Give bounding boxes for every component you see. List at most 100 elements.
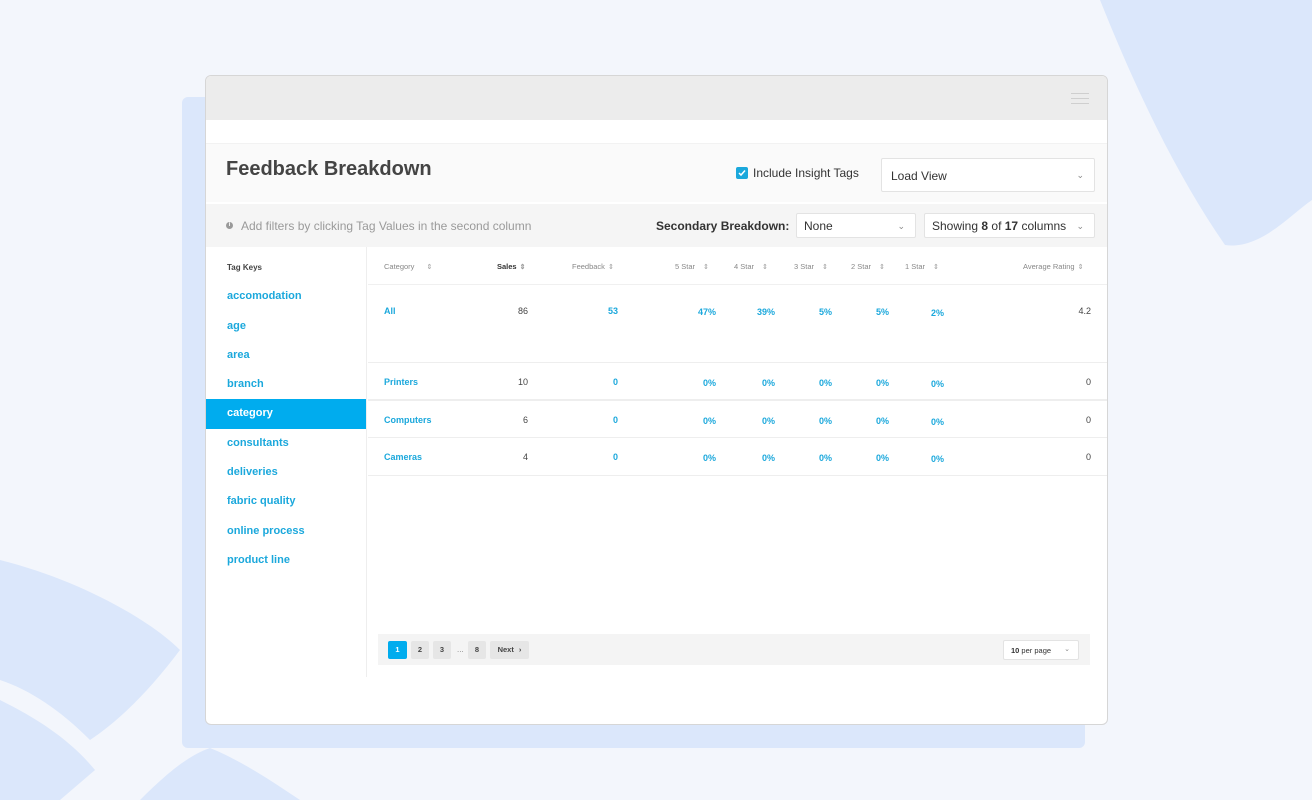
sales-value: 10 bbox=[517, 377, 528, 387]
include-insight-tags-toggle[interactable]: Include Insight Tags bbox=[736, 166, 859, 180]
category-link[interactable]: Cameras bbox=[384, 452, 422, 462]
column-header-average-rating[interactable]: Average Rating ⇕ bbox=[1023, 262, 1083, 271]
3-star-value[interactable]: 0% bbox=[819, 378, 832, 388]
sidebar-item-category[interactable]: category bbox=[206, 399, 366, 429]
sort-icon: ⇕ bbox=[879, 264, 885, 271]
sort-icon: ⇕ bbox=[822, 264, 828, 271]
include-insight-label: Include Insight Tags bbox=[753, 166, 859, 180]
2-star-value[interactable]: 0% bbox=[876, 378, 889, 388]
tag-keys-title: Tag Keys bbox=[227, 263, 262, 272]
4-star-value[interactable]: 0% bbox=[762, 416, 775, 426]
sidebar-item-deliveries[interactable]: deliveries bbox=[206, 458, 366, 488]
sort-icon: ⇕ bbox=[519, 264, 526, 271]
3-star-value[interactable]: 5% bbox=[819, 307, 832, 317]
category-link[interactable]: Computers bbox=[384, 415, 432, 425]
1-star-value[interactable]: 0% bbox=[931, 417, 944, 427]
chevron-right-icon: › bbox=[518, 645, 522, 654]
page-button-8[interactable]: 8 bbox=[468, 641, 486, 659]
5-star-value[interactable]: 0% bbox=[703, 416, 716, 426]
page-button-1[interactable]: 1 bbox=[388, 641, 407, 659]
feedback-value[interactable]: 53 bbox=[608, 306, 618, 316]
sidebar-item-age[interactable]: age bbox=[206, 312, 366, 342]
sort-icon: ⇕ bbox=[762, 264, 768, 271]
info-icon: i bbox=[226, 222, 233, 229]
secondary-breakdown-label: Secondary Breakdown: bbox=[656, 219, 790, 233]
sort-icon: ⇕ bbox=[426, 264, 433, 271]
secondary-breakdown-select[interactable]: None ⌄ bbox=[796, 213, 916, 238]
sales-value: 4 bbox=[522, 452, 528, 462]
chevron-down-icon: ⌄ bbox=[1076, 170, 1084, 180]
page-button-2[interactable]: 2 bbox=[411, 641, 429, 659]
column-header-4-star[interactable]: 4 Star ⇕ bbox=[734, 262, 768, 271]
filter-bar: i Add filters by clicking Tag Values in … bbox=[206, 204, 1107, 247]
feedback-value[interactable]: 0 bbox=[613, 377, 618, 387]
average-rating-value: 0 bbox=[1085, 415, 1091, 425]
sidebar-item-consultants[interactable]: consultants bbox=[206, 429, 366, 459]
sidebar-item-product-line[interactable]: product line bbox=[206, 546, 366, 576]
column-header-feedback[interactable]: Feedback ⇕ bbox=[572, 262, 614, 271]
category-link[interactable]: Printers bbox=[384, 377, 418, 387]
feedback-value[interactable]: 0 bbox=[613, 452, 618, 462]
breakdown-table: Category ⇕ Sales ⇕ Feedback ⇕ 5 Star ⇕ 4 Sta… bbox=[368, 247, 1107, 677]
feedback-value[interactable]: 0 bbox=[613, 415, 618, 425]
category-link[interactable]: All bbox=[384, 306, 396, 316]
showing-mid: of bbox=[988, 219, 1005, 233]
2-star-value[interactable]: 0% bbox=[876, 453, 889, 463]
pagination-bar: 1 2 3 ... 8 Next › 10 per page ⌄ bbox=[378, 634, 1090, 665]
average-rating-value: 0 bbox=[1085, 377, 1091, 387]
sort-icon: ⇕ bbox=[607, 264, 614, 271]
3-star-value[interactable]: 0% bbox=[819, 453, 832, 463]
chevron-down-icon: ⌄ bbox=[897, 221, 905, 231]
checkmark-icon bbox=[738, 170, 746, 177]
columns-select[interactable]: Showing 8 of 17 columns ⌄ bbox=[924, 213, 1095, 238]
table-row: Cameras 4 0 0% 0% 0% 0% 0% 0 bbox=[368, 438, 1107, 476]
2-star-value[interactable]: 5% bbox=[876, 307, 889, 317]
5-star-value[interactable]: 47% bbox=[698, 307, 716, 317]
page-button-3[interactable]: 3 bbox=[433, 641, 451, 659]
table-row: Printers 10 0 0% 0% 0% 0% 0% 0 bbox=[368, 363, 1107, 401]
column-header-1-star[interactable]: 1 Star ⇕ bbox=[905, 262, 939, 271]
load-view-label: Load View bbox=[891, 169, 947, 183]
showing-total: 17 bbox=[1004, 219, 1019, 233]
sales-value: 86 bbox=[517, 306, 528, 316]
sort-icon: ⇕ bbox=[933, 264, 939, 271]
column-header-category[interactable]: Category ⇕ bbox=[384, 262, 432, 271]
chevron-down-icon: ⌄ bbox=[1064, 646, 1070, 653]
load-view-select[interactable]: Load View ⌄ bbox=[881, 158, 1095, 192]
1-star-value[interactable]: 2% bbox=[931, 308, 944, 318]
pagination-ellipsis: ... bbox=[457, 645, 464, 654]
sales-value: 6 bbox=[522, 415, 528, 425]
secondary-breakdown-value: None bbox=[804, 219, 833, 233]
showing-suffix: columns bbox=[1018, 219, 1067, 233]
showing-prefix: Showing bbox=[932, 219, 982, 233]
5-star-value[interactable]: 0% bbox=[703, 453, 716, 463]
hamburger-menu-icon[interactable] bbox=[1071, 93, 1089, 104]
sidebar-item-area[interactable]: area bbox=[206, 341, 366, 371]
column-header-3-star[interactable]: 3 Star ⇕ bbox=[794, 262, 828, 271]
4-star-value[interactable]: 0% bbox=[762, 453, 775, 463]
column-header-5-star[interactable]: 5 Star ⇕ bbox=[675, 262, 709, 271]
filter-hint: Add filters by clicking Tag Values in th… bbox=[241, 219, 532, 233]
app-window: Feedback Breakdown Include Insight Tags … bbox=[205, 75, 1108, 725]
column-header-2-star[interactable]: 2 Star ⇕ bbox=[851, 262, 885, 271]
4-star-value[interactable]: 0% bbox=[762, 378, 775, 388]
next-page-button[interactable]: Next › bbox=[490, 641, 529, 659]
per-page-select[interactable]: 10 per page ⌄ bbox=[1003, 640, 1079, 660]
average-rating-value: 0 bbox=[1085, 452, 1091, 462]
2-star-value[interactable]: 0% bbox=[876, 416, 889, 426]
page-header: Feedback Breakdown Include Insight Tags … bbox=[206, 143, 1107, 202]
5-star-value[interactable]: 0% bbox=[703, 378, 716, 388]
include-insight-checkbox[interactable] bbox=[736, 167, 748, 179]
per-page-suffix: per page bbox=[1019, 646, 1052, 655]
3-star-value[interactable]: 0% bbox=[819, 416, 832, 426]
sidebar-item-fabric-quality[interactable]: fabric quality bbox=[206, 487, 366, 517]
4-star-value[interactable]: 39% bbox=[757, 307, 775, 317]
next-label: Next bbox=[497, 645, 514, 654]
1-star-value[interactable]: 0% bbox=[931, 379, 944, 389]
table-row: All 86 53 47% 39% 5% 5% 2% 4.2 bbox=[368, 285, 1107, 363]
column-header-sales[interactable]: Sales ⇕ bbox=[497, 262, 525, 271]
sidebar-item-accomodation[interactable]: accomodation bbox=[206, 282, 366, 312]
sidebar-item-branch[interactable]: branch bbox=[206, 370, 366, 400]
1-star-value[interactable]: 0% bbox=[931, 454, 944, 464]
sidebar-item-online-process[interactable]: online process bbox=[206, 517, 366, 547]
